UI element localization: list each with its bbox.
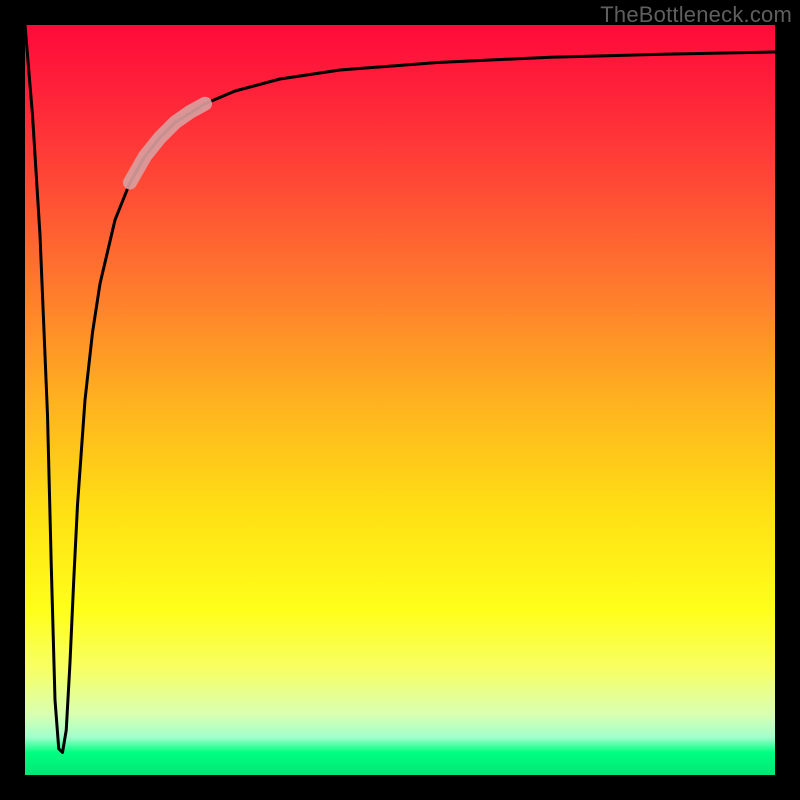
main-curve — [25, 25, 775, 753]
chart-frame: TheBottleneck.com — [0, 0, 800, 800]
chart-svg — [25, 25, 775, 775]
highlight-segment — [130, 104, 205, 183]
chart-plot-area — [25, 25, 775, 775]
attribution-text: TheBottleneck.com — [600, 2, 792, 28]
